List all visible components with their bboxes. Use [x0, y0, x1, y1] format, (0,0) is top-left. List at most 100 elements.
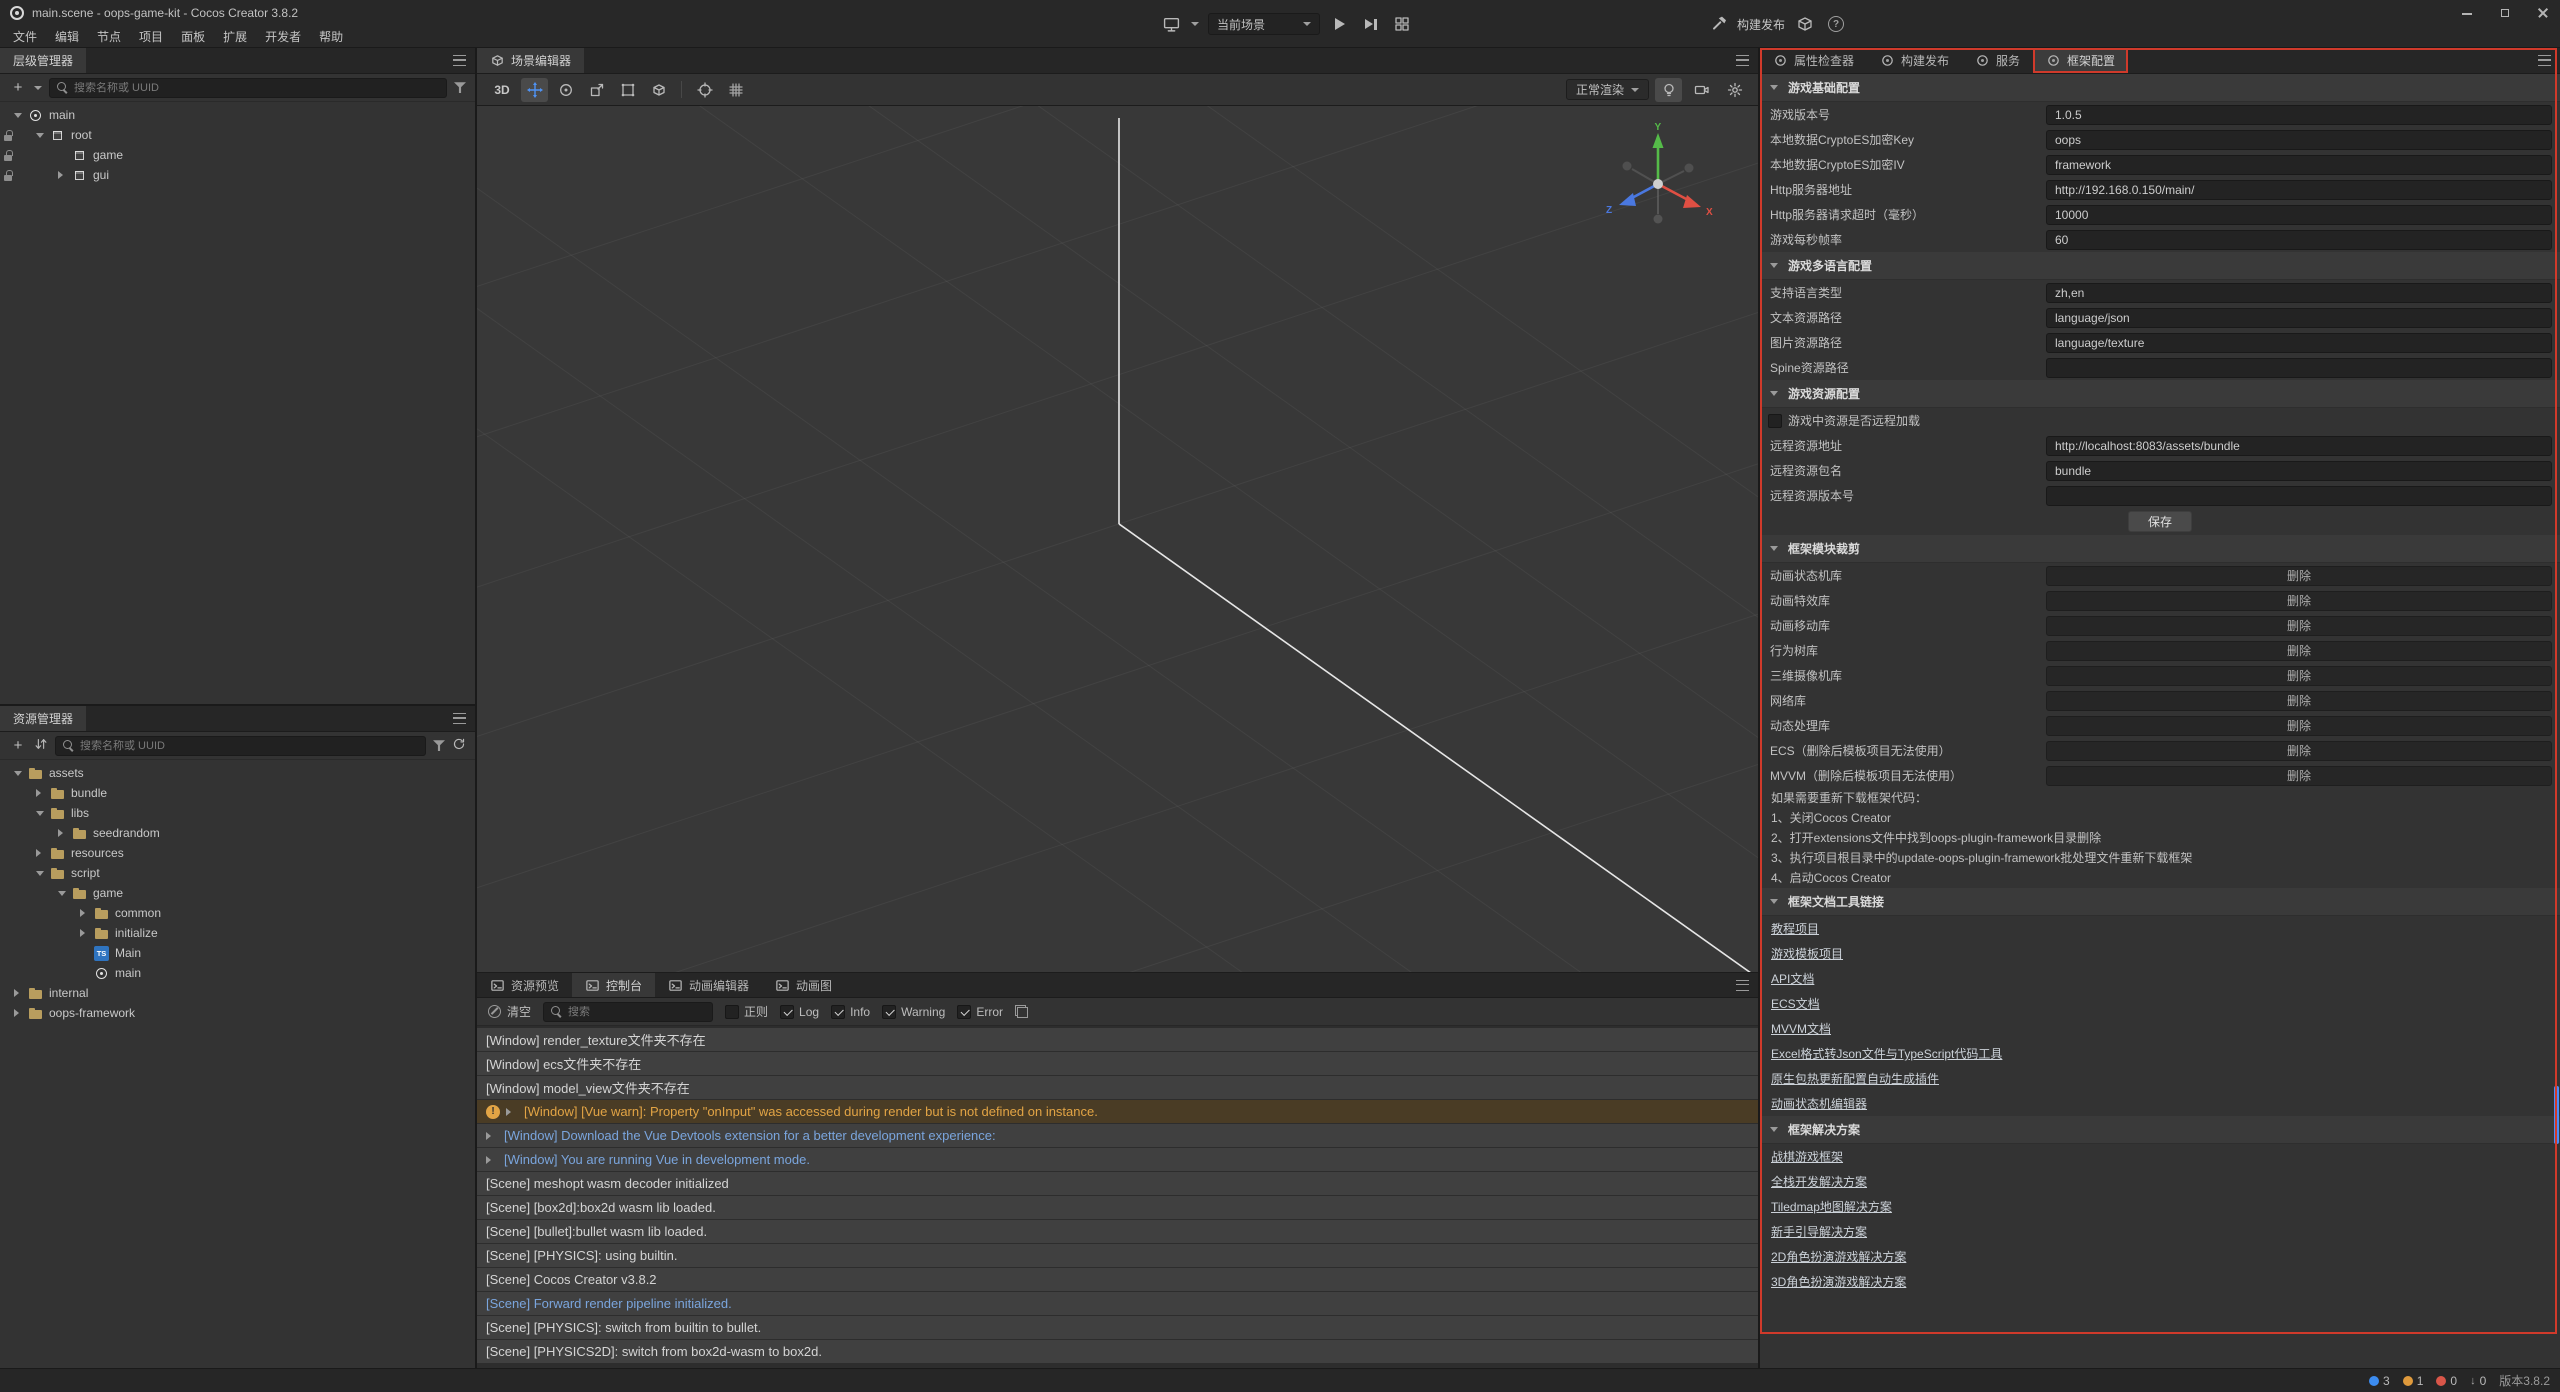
menu-item[interactable]: 编辑: [46, 26, 88, 48]
console-search[interactable]: [543, 1002, 713, 1022]
maximize-button[interactable]: [2498, 6, 2512, 20]
delete-module-button[interactable]: 删除: [2046, 566, 2552, 586]
pivot-toggle-button[interactable]: [691, 78, 718, 102]
solution-link[interactable]: 全栈开发解决方案: [1771, 1173, 1867, 1190]
property-input[interactable]: 60: [2046, 230, 2552, 250]
log-expander-icon[interactable]: [486, 1156, 498, 1164]
inspector-tab[interactable]: 属性检查器: [1760, 48, 1867, 73]
menu-item[interactable]: 面板: [172, 26, 214, 48]
camera-preview-button[interactable]: [1688, 78, 1715, 102]
log-row[interactable]: ! [Window] Download the Vue Devtools ext…: [477, 1124, 1758, 1147]
menu-item[interactable]: 项目: [130, 26, 172, 48]
minimize-button[interactable]: [2460, 6, 2474, 20]
assets-tab[interactable]: 资源管理器: [0, 706, 86, 731]
hierarchy-search[interactable]: [49, 78, 447, 98]
console-tab[interactable]: 资源预览: [477, 973, 572, 997]
log-row[interactable]: ! [Scene] [PHYSICS]: switch from builtin…: [477, 1316, 1758, 1339]
log-row[interactable]: ! [Scene] Forward render pipeline initia…: [477, 1292, 1758, 1315]
asset-row[interactable]: resources: [0, 843, 475, 863]
expander-icon[interactable]: [80, 929, 94, 937]
delete-module-button[interactable]: 删除: [2046, 766, 2552, 786]
log-row[interactable]: ! [Scene] [bullet]:bullet wasm lib loade…: [477, 1220, 1758, 1243]
menu-item[interactable]: 文件: [4, 26, 46, 48]
asset-row[interactable]: assets: [0, 763, 475, 783]
lock-icon[interactable]: [4, 130, 12, 141]
move-tool-button[interactable]: [521, 78, 548, 102]
transform-gizmo-button[interactable]: [645, 78, 672, 102]
close-button[interactable]: [2536, 6, 2550, 20]
step-button[interactable]: [1360, 13, 1382, 35]
regex-checkbox[interactable]: [725, 1005, 739, 1019]
refresh-assets-icon[interactable]: [452, 737, 466, 754]
expander-icon[interactable]: [58, 171, 72, 179]
error-count-indicator[interactable]: 0: [2436, 1374, 2457, 1388]
menu-item[interactable]: 帮助: [310, 26, 352, 48]
log-filter[interactable]: Warning: [882, 1005, 945, 1019]
log-row[interactable]: ! [Scene] meshopt wasm decoder initializ…: [477, 1172, 1758, 1195]
section-header-resource[interactable]: 游戏资源配置: [1760, 380, 2560, 408]
log-row[interactable]: ! [Window] render_texture文件夹不存在: [477, 1028, 1758, 1051]
property-input[interactable]: bundle: [2046, 461, 2552, 481]
inspector-tab[interactable]: 构建发布: [1867, 48, 1962, 73]
expander-icon[interactable]: [14, 113, 28, 118]
hierarchy-node-row[interactable]: gui: [0, 165, 475, 185]
doc-link[interactable]: Excel格式转Json文件与TypeScript代码工具: [1771, 1045, 2002, 1062]
asset-row[interactable]: Main: [0, 943, 475, 963]
inspector-panel-menu-icon[interactable]: [2538, 55, 2551, 66]
delete-module-button[interactable]: 删除: [2046, 666, 2552, 686]
asset-row[interactable]: internal: [0, 983, 475, 1003]
sort-assets-icon[interactable]: [34, 737, 48, 754]
menu-item[interactable]: 开发者: [256, 26, 310, 48]
doc-link[interactable]: API文档: [1771, 970, 1814, 987]
property-input[interactable]: 1.0.5: [2046, 105, 2552, 125]
hierarchy-panel-menu-icon[interactable]: [453, 55, 466, 66]
expander-icon[interactable]: [14, 1009, 28, 1017]
solution-link[interactable]: 2D角色扮演游戏解决方案: [1771, 1248, 1906, 1265]
expander-icon[interactable]: [36, 849, 50, 857]
assets-search-input[interactable]: [80, 740, 418, 752]
rect-tool-button[interactable]: [614, 78, 641, 102]
add-node-caret-icon[interactable]: [34, 86, 42, 90]
coordinate-toggle-button[interactable]: [722, 78, 749, 102]
solution-link[interactable]: 3D角色扮演游戏解决方案: [1771, 1273, 1906, 1290]
asset-row[interactable]: bundle: [0, 783, 475, 803]
inspector-tab[interactable]: 框架配置: [2033, 48, 2128, 73]
inspector-tab[interactable]: 服务: [1962, 48, 2033, 73]
log-filter[interactable]: Log: [780, 1005, 819, 1019]
hierarchy-tab[interactable]: 层级管理器: [0, 48, 86, 73]
save-button[interactable]: 保存: [2128, 511, 2192, 532]
log-row[interactable]: ! [Window] ecs文件夹不存在: [477, 1052, 1758, 1075]
scene-select-dropdown[interactable]: 当前场景: [1208, 13, 1320, 35]
delete-module-button[interactable]: 删除: [2046, 716, 2552, 736]
solution-link[interactable]: 新手引导解决方案: [1771, 1223, 1867, 1240]
delete-module-button[interactable]: 删除: [2046, 741, 2552, 761]
expander-icon[interactable]: [58, 829, 72, 837]
filter-checkbox[interactable]: [882, 1005, 896, 1019]
menu-item[interactable]: 扩展: [214, 26, 256, 48]
hierarchy-node-row[interactable]: root: [0, 125, 475, 145]
assets-search[interactable]: [55, 736, 426, 756]
doc-link[interactable]: 原生包热更新配置自动生成插件: [1771, 1070, 1939, 1087]
property-input[interactable]: language/json: [2046, 308, 2552, 328]
assets-filter-icon[interactable]: [433, 740, 445, 752]
expander-icon[interactable]: [14, 989, 28, 997]
property-input[interactable]: http://localhost:8083/assets/bundle: [2046, 436, 2552, 456]
expander-icon[interactable]: [36, 811, 50, 816]
asset-row[interactable]: main: [0, 963, 475, 983]
log-row[interactable]: ! [Scene] [PHYSICS2D]: switch from box2d…: [477, 1340, 1758, 1363]
filter-checkbox[interactable]: [831, 1005, 845, 1019]
section-header-basic[interactable]: 游戏基础配置: [1760, 74, 2560, 102]
property-input[interactable]: [2046, 486, 2552, 506]
package-icon[interactable]: [1794, 13, 1816, 35]
property-input[interactable]: http://192.168.0.150/main/: [2046, 180, 2552, 200]
property-input[interactable]: 10000: [2046, 205, 2552, 225]
asset-row[interactable]: initialize: [0, 923, 475, 943]
help-icon[interactable]: ?: [1825, 13, 1847, 35]
delete-module-button[interactable]: 删除: [2046, 641, 2552, 661]
device-caret-icon[interactable]: [1191, 22, 1199, 26]
hierarchy-node-row[interactable]: main: [0, 105, 475, 125]
delete-module-button[interactable]: 删除: [2046, 591, 2552, 611]
scene-panel-menu-icon[interactable]: [1736, 55, 1749, 66]
filter-checkbox[interactable]: [780, 1005, 794, 1019]
remote-load-checkbox[interactable]: [1768, 414, 1782, 428]
